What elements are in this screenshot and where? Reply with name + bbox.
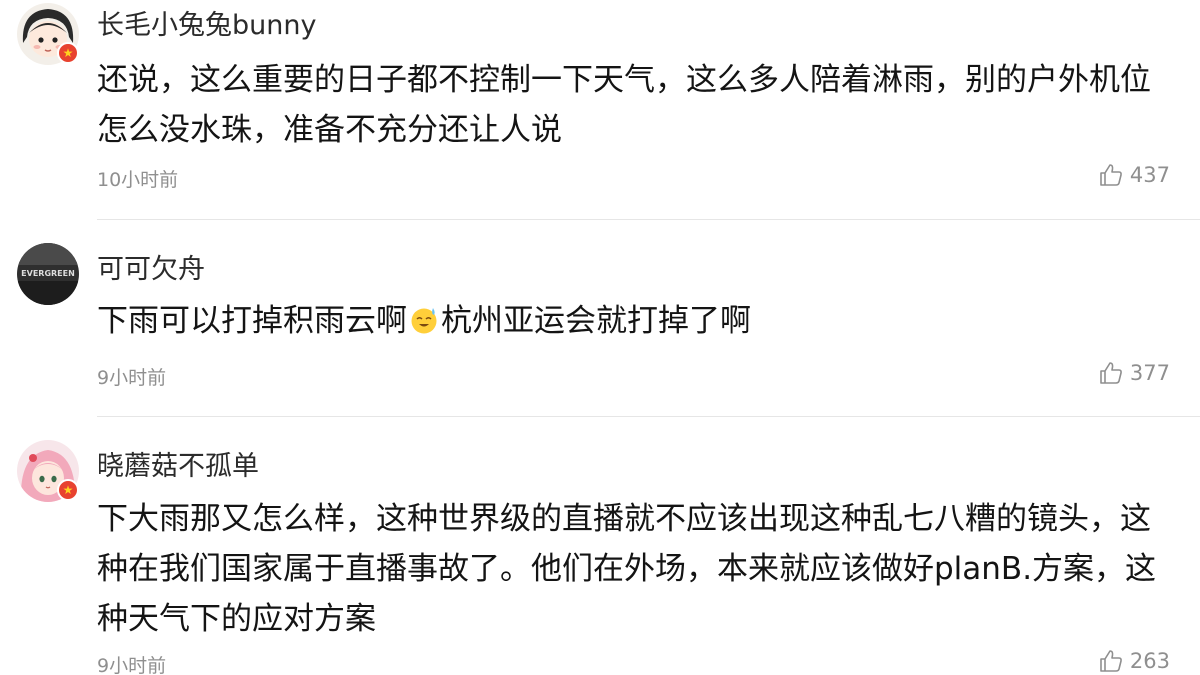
verified-badge-icon: ★: [57, 42, 79, 64]
comment-item: ★ 长毛小兔兔bunny 还说，这么重要的日子都不控制一下天气，这么多人陪着淋雨…: [0, 0, 1200, 220]
like-button[interactable]: 263: [1098, 648, 1170, 674]
comment-list: ★ 长毛小兔兔bunny 还说，这么重要的日子都不控制一下天气，这么多人陪着淋雨…: [0, 0, 1200, 675]
comment-item: EVERGREEN 可可欠舟 下雨可以打掉积雨云啊 杭州亚运会就打掉了啊 9小时…: [0, 220, 1200, 417]
thumbs-up-icon: [1100, 650, 1122, 672]
like-count: 437: [1129, 163, 1170, 187]
sweat-smile-emoji-icon: [411, 308, 437, 334]
comment-username[interactable]: 晓蘑菇不孤单: [97, 444, 259, 483]
comment-username[interactable]: 可可欠舟: [97, 247, 205, 286]
thumbs-up-icon: [1100, 362, 1122, 384]
comment-text-part: 下雨可以打掉积雨云啊: [97, 303, 407, 339]
comment-timestamp: 9小时前: [97, 655, 167, 675]
comment-text: 下雨可以打掉积雨云啊 杭州亚运会就打掉了啊: [97, 296, 1177, 346]
like-count: 377: [1129, 361, 1170, 385]
comment-text: 还说，这么重要的日子都不控制一下天气，这么多人陪着淋雨，别的户外机位怎么没水珠，…: [97, 62, 1151, 148]
verified-badge-icon: ★: [57, 479, 79, 501]
comment-timestamp: 10小时前: [97, 169, 179, 191]
svg-text:EVERGREEN: EVERGREEN: [21, 269, 75, 278]
comment-username[interactable]: 长毛小兔兔bunny: [97, 3, 316, 42]
like-button[interactable]: 437: [1098, 162, 1170, 188]
comment-timestamp: 9小时前: [97, 367, 167, 389]
like-count: 263: [1129, 649, 1170, 673]
like-button[interactable]: 377: [1098, 360, 1170, 386]
comment-item: ★ 晓蘑菇不孤单 下大雨那又怎么样，这种世界级的直播就不应该出现这种乱七八糟的镜…: [0, 416, 1200, 675]
avatar[interactable]: EVERGREEN: [17, 243, 79, 305]
comment-text: 下大雨那又怎么样，这种世界级的直播就不应该出现这种乱七八糟的镜头，这种在我们国家…: [97, 501, 1157, 637]
dark-text-avatar-icon: EVERGREEN: [17, 243, 79, 305]
thumbs-up-icon: [1100, 164, 1122, 186]
comment-text-part: 杭州亚运会就打掉了啊: [441, 303, 751, 339]
